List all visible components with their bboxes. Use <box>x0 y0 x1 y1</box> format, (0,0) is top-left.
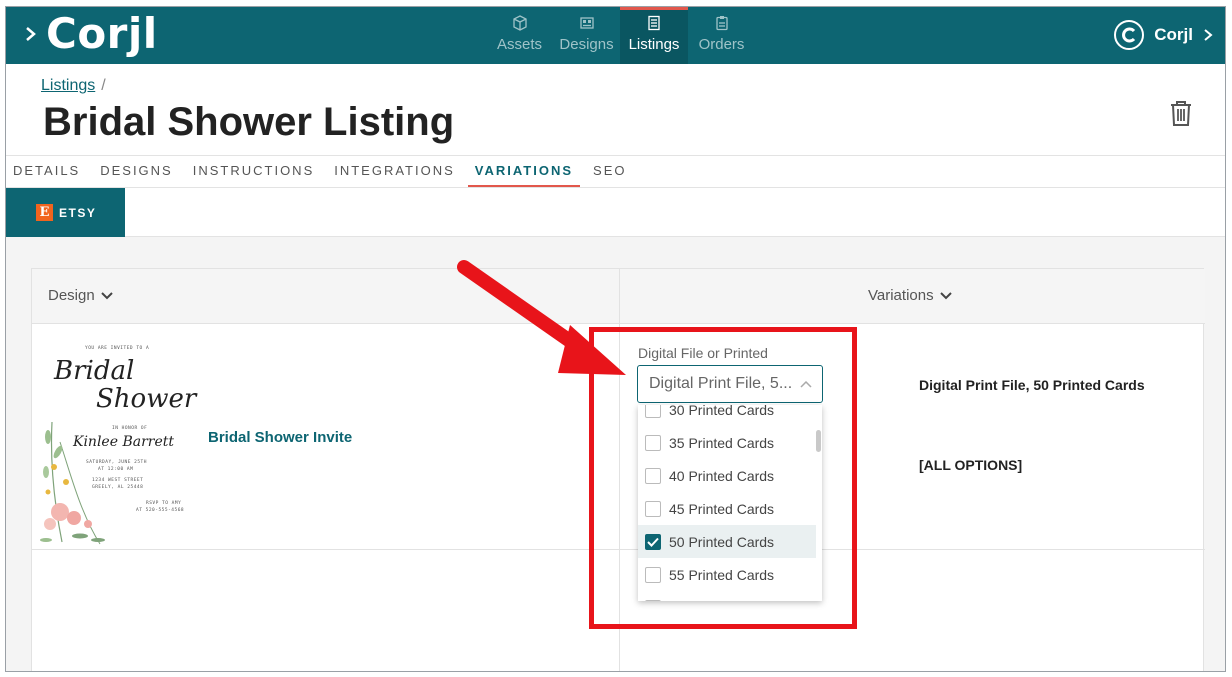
brand-logo[interactable]: Corjl <box>46 7 158 61</box>
design-thumbnail[interactable]: YOU ARE INVITED TO A Bridal Shower IN HO… <box>40 344 196 549</box>
nav-label: Listings <box>628 36 680 53</box>
chevron-right-icon <box>1204 29 1213 41</box>
nav-assets[interactable]: Assets <box>486 7 553 64</box>
design-name-link[interactable]: Bridal Shower Invite <box>208 429 352 446</box>
breadcrumb-listings-link[interactable]: Listings <box>41 77 95 94</box>
nav-label: Designs <box>559 36 614 53</box>
etsy-logo-icon: E <box>36 204 53 221</box>
tab-designs[interactable]: DESIGNS <box>93 156 180 187</box>
tab-variations[interactable]: VARIATIONS <box>467 156 581 187</box>
breadcrumb-separator: / <box>101 77 106 94</box>
tab-integrations[interactable]: INTEGRATIONS <box>327 156 462 187</box>
nav-listings[interactable]: Listings <box>620 7 688 64</box>
variations-header-label: Variations <box>868 287 934 304</box>
cube-icon <box>512 15 527 31</box>
tab-instructions[interactable]: INSTRUCTIONS <box>186 156 322 187</box>
listing-tabs: DETAILS DESIGNS INSTRUCTIONS INTEGRATION… <box>6 155 1225 188</box>
variations-column-header[interactable]: Variations <box>868 287 952 304</box>
main-nav: Assets Designs Listings Orders <box>486 7 755 64</box>
account-name: Corjl <box>1154 25 1193 44</box>
tab-details[interactable]: DETAILS <box>6 156 87 187</box>
variation-value: Digital Print File, 50 Printed Cards <box>919 377 1145 393</box>
trash-icon[interactable] <box>1169 99 1193 127</box>
nav-label: Orders <box>698 36 745 53</box>
listings-icon <box>648 15 660 31</box>
invite-text: IN HONOR OF <box>112 426 148 431</box>
invite-text: YOU ARE INVITED TO A <box>85 346 150 351</box>
all-options-value: [ALL OPTIONS] <box>919 457 1023 473</box>
account-menu[interactable]: Corjl <box>1114 20 1213 50</box>
account-logo-icon <box>1114 20 1145 50</box>
platform-bar: E ETSY <box>6 188 1225 237</box>
invite-title-2: Shower <box>96 384 197 414</box>
designs-icon <box>579 17 594 29</box>
etsy-tab-label: ETSY <box>59 205 97 220</box>
chevron-down-icon <box>100 291 113 299</box>
top-bar: Corjl Assets Designs Listings Orders Cor… <box>6 7 1225 64</box>
breadcrumb: Listings / <box>41 77 106 95</box>
nav-label: Assets <box>496 36 542 53</box>
tab-seo[interactable]: SEO <box>586 156 633 187</box>
annotation-highlight-box <box>589 327 857 629</box>
page-title: Bridal Shower Listing <box>43 100 455 144</box>
nav-designs[interactable]: Designs <box>553 7 620 64</box>
invite-text: RSVP TO AMY <box>146 501 182 506</box>
chevron-down-icon <box>939 291 952 299</box>
invite-title-1: Bridal <box>54 356 135 386</box>
orders-icon <box>715 16 728 31</box>
design-column-header[interactable]: Design <box>48 287 113 304</box>
invite-text: AT 520-555-4568 <box>136 508 185 513</box>
expand-menu-icon[interactable] <box>24 23 38 45</box>
nav-orders[interactable]: Orders <box>688 7 755 64</box>
design-header-label: Design <box>48 287 95 304</box>
floral-illustration <box>40 421 105 545</box>
etsy-tab[interactable]: E ETSY <box>6 188 125 237</box>
